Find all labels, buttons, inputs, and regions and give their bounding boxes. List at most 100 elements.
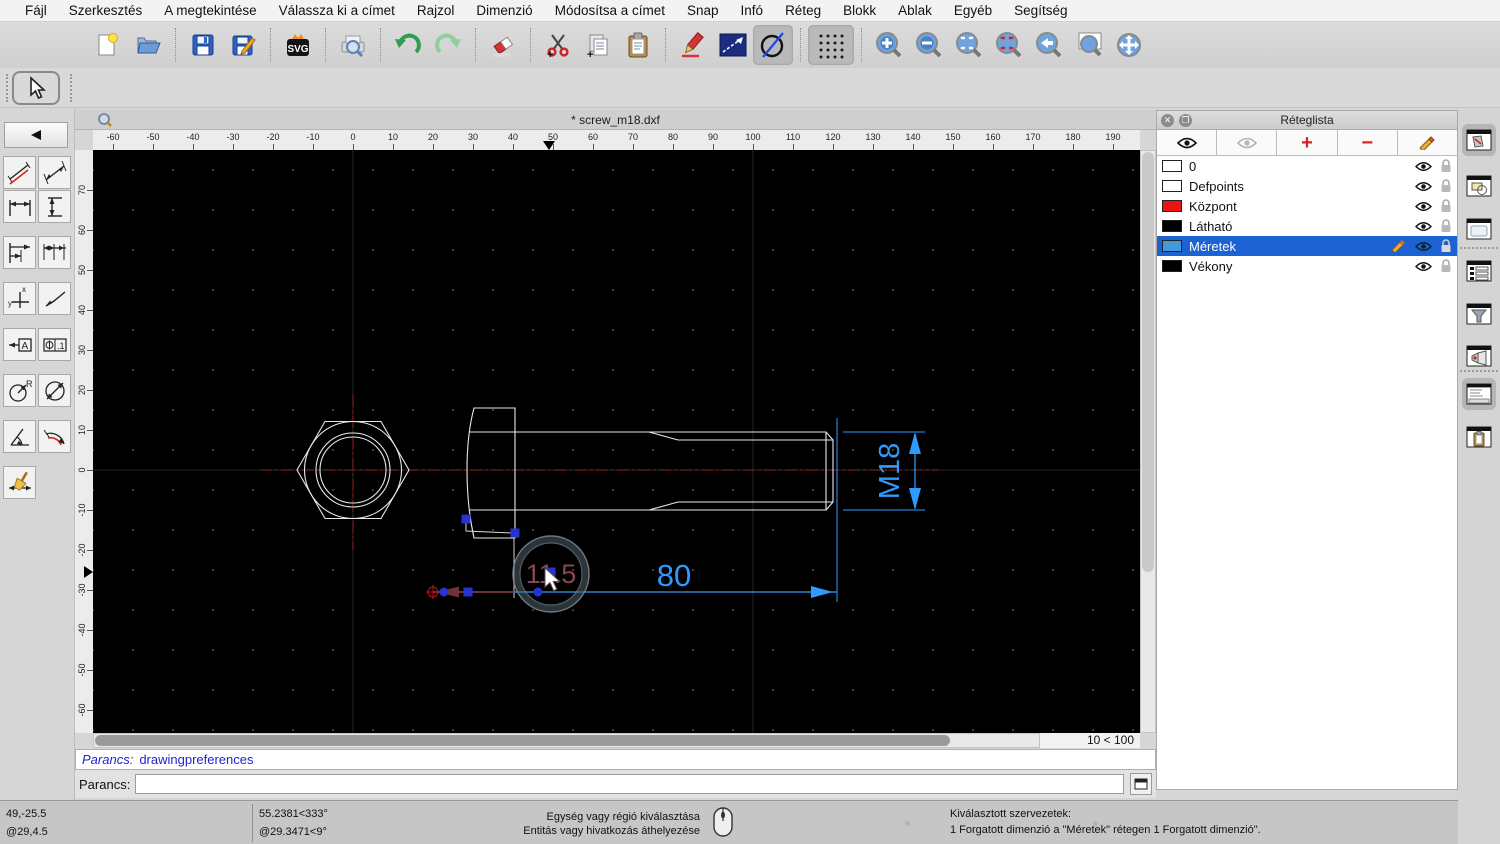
hide-all-layers-button[interactable] [1217,130,1278,155]
dim-tolerance-button[interactable]: .1 [38,328,71,361]
clipboard-dock-button[interactable] [1462,421,1496,453]
dim-m18-text[interactable]: M18 [874,443,906,499]
menu-item-2[interactable]: A megtekintése [153,0,267,22]
dim-radius-button[interactable]: R [3,374,36,407]
dim-linear-button[interactable] [38,156,71,189]
selection-pointer-button[interactable] [12,71,60,105]
layer-color-swatch[interactable] [1162,180,1182,192]
menu-item-6[interactable]: Módosítsa a címet [544,0,676,22]
filter-dock-button[interactable] [1462,298,1496,330]
dim-arc-button[interactable] [38,420,71,453]
dim-vertical-button[interactable] [38,190,71,223]
layer-panel-titlebar[interactable]: ✕ ❐ Réteglista [1157,111,1457,130]
redo-button[interactable] [428,25,468,65]
dim-80-text[interactable]: 80 [657,558,691,593]
dim-diameter-button[interactable] [38,374,71,407]
menu-item-8[interactable]: Infó [730,0,775,22]
eye-icon[interactable] [1415,201,1432,212]
back-button[interactable] [4,122,68,148]
float-panel-icon[interactable]: ❐ [1179,113,1192,127]
drawing-window-titlebar[interactable]: * screw_m18.dxf [75,110,1156,130]
layer-color-swatch[interactable] [1162,220,1182,232]
layer-color-swatch[interactable] [1162,240,1182,252]
layer-color-swatch[interactable] [1162,160,1182,172]
bolt-side-view[interactable] [466,407,834,539]
eye-icon[interactable] [1415,221,1432,232]
lock-icon[interactable] [1440,219,1452,233]
edit-layer-button[interactable] [1397,130,1458,155]
zoom-window-button[interactable] [1069,25,1109,65]
announcement-dock-button[interactable] [1462,340,1496,372]
layer-row-defpoints[interactable]: Defpoints [1157,176,1457,196]
dim-aligned-button[interactable] [3,156,36,189]
dim-leader-button[interactable] [38,282,71,315]
vertical-scrollbar-thumb[interactable] [1142,152,1154,572]
block-list-dock-button[interactable] [1462,170,1496,202]
dim-edit-button[interactable] [3,466,36,499]
layer-row-kozpont[interactable]: Központ [1157,196,1457,216]
layer-row-vekony[interactable]: Vékony [1157,256,1457,276]
eye-icon[interactable] [1415,181,1432,192]
eye-icon[interactable] [1415,241,1432,252]
dim-ordinate-button[interactable]: xy [3,282,36,315]
layer-row-0[interactable]: 0 [1157,156,1457,176]
drawing-canvas[interactable]: 80 M18 11.5 [93,150,1140,733]
undo-button[interactable] [388,25,428,65]
lock-icon[interactable] [1440,159,1452,173]
show-all-layers-button[interactable] [1157,130,1218,155]
zoom-auto-button[interactable] [949,25,989,65]
close-icon[interactable]: ✕ [1161,113,1174,127]
zoom-out-button[interactable] [909,25,949,65]
save-as-button[interactable] [223,25,263,65]
draw-pencil-button[interactable] [673,25,713,65]
command-widget-dock-button[interactable] [1462,378,1496,410]
lock-icon[interactable] [1440,239,1452,253]
menu-item-13[interactable]: Segítség [1003,0,1078,22]
menu-item-10[interactable]: Blokk [832,0,887,22]
menu-item-3[interactable]: Válassza ki a címet [268,0,406,22]
horizontal-scrollbar-thumb[interactable] [95,735,950,746]
remove-layer-button[interactable]: − [1337,130,1398,155]
erase-button[interactable] [483,25,523,65]
zoom-pan-button[interactable] [1109,25,1149,65]
layer-list-dock-button[interactable] [1462,124,1496,156]
horizontal-scrollbar[interactable] [93,733,1040,748]
menu-item-0[interactable]: Fájl [14,0,58,22]
print-preview-button[interactable] [333,25,373,65]
dim-baseline-button[interactable] [3,236,36,269]
dimension-m18[interactable]: M18 [843,431,925,511]
menu-item-9[interactable]: Réteg [774,0,832,22]
new-document-button[interactable] [88,25,128,65]
zoom-previous-button[interactable] [1029,25,1069,65]
entity-list-dock-button[interactable] [1462,255,1496,287]
dim-horizontal-button[interactable] [3,190,36,223]
layer-color-swatch[interactable] [1162,200,1182,212]
lock-icon[interactable] [1440,259,1452,273]
layer-row-meretek[interactable]: Méretek [1157,236,1457,256]
menu-item-11[interactable]: Ablak [887,0,943,22]
grid-toggle-button[interactable] [808,25,854,65]
eye-icon[interactable] [1415,261,1432,272]
svg-export-button[interactable]: SVG [278,25,318,65]
lock-icon[interactable] [1440,179,1452,193]
library-browser-dock-button[interactable] [1462,213,1496,245]
paste-button[interactable] [618,25,658,65]
dim-angular-button[interactable] [3,420,36,453]
circle-tool-button[interactable] [753,25,793,65]
zoom-selection-button[interactable] [989,25,1029,65]
eye-icon[interactable] [1415,161,1432,172]
copy-button[interactable]: + [578,25,618,65]
command-input[interactable] [135,774,1124,794]
pencil-icon[interactable] [1391,240,1407,252]
dim-continue-button[interactable] [38,236,71,269]
lock-icon[interactable] [1440,199,1452,213]
cut-button[interactable]: + [538,25,578,65]
layer-color-swatch[interactable] [1162,260,1182,272]
add-layer-button[interactable]: + [1277,130,1338,155]
save-button[interactable] [183,25,223,65]
command-dock-button[interactable] [1130,773,1152,795]
vertical-scrollbar[interactable] [1140,150,1156,733]
select-line-tool-button[interactable] [713,25,753,65]
menu-item-12[interactable]: Egyéb [943,0,1003,22]
menu-item-7[interactable]: Snap [676,0,730,22]
